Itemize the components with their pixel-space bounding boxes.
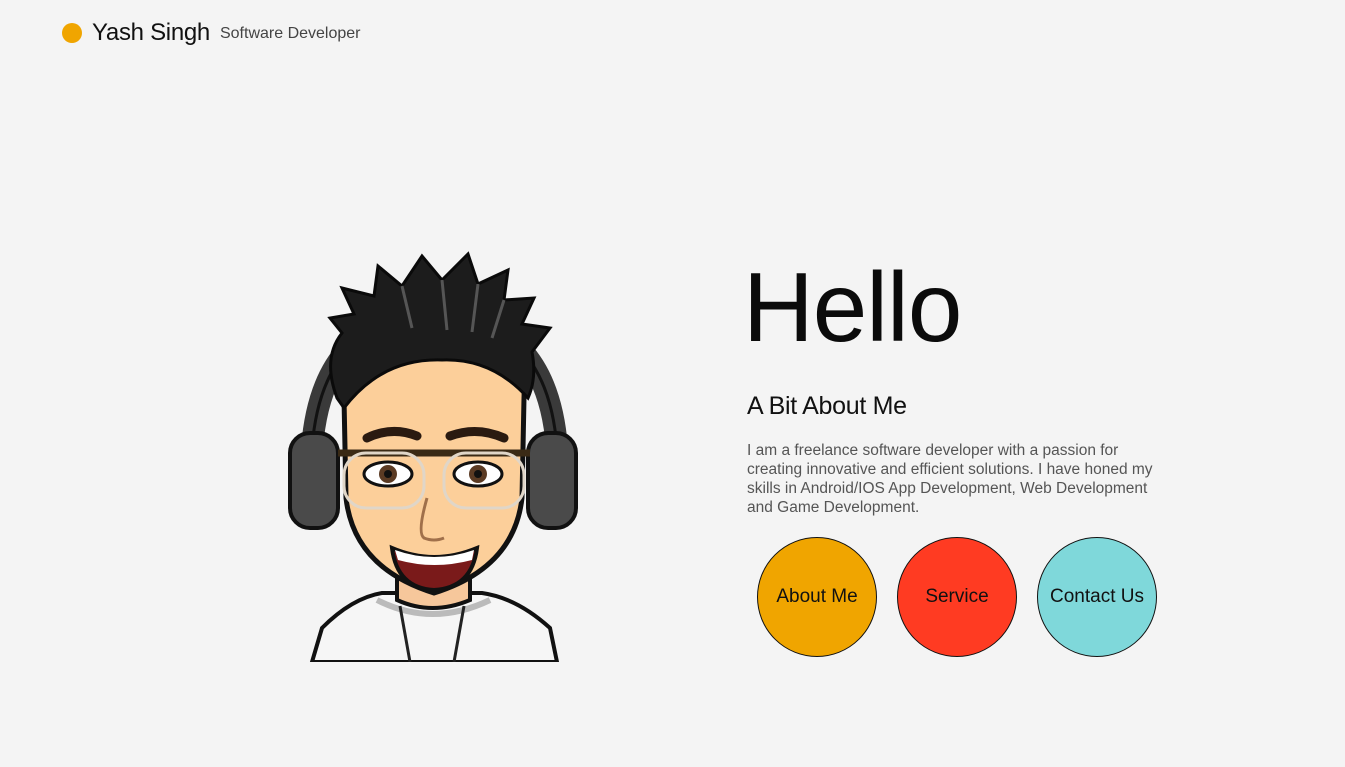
contact-us-button[interactable]: Contact Us	[1037, 537, 1157, 657]
site-header: Yash Singh Software Developer	[62, 18, 361, 48]
avatar-illustration	[288, 251, 578, 662]
brand-name[interactable]: Yash Singh	[92, 19, 210, 47]
about-me-button[interactable]: About Me	[757, 537, 877, 657]
brand-role: Software Developer	[219, 25, 361, 42]
hero-greeting: Hello	[743, 252, 962, 362]
about-bio: I am a freelance software developer with…	[747, 442, 1153, 516]
nav-buttons: About Me Service Contact Us	[757, 537, 1157, 657]
logo-dot-icon[interactable]	[62, 23, 82, 43]
service-button[interactable]: Service	[897, 537, 1017, 657]
about-heading: A Bit About Me	[747, 392, 907, 420]
hero-section: Hello A Bit About Me I am a freelance so…	[743, 250, 1167, 517]
